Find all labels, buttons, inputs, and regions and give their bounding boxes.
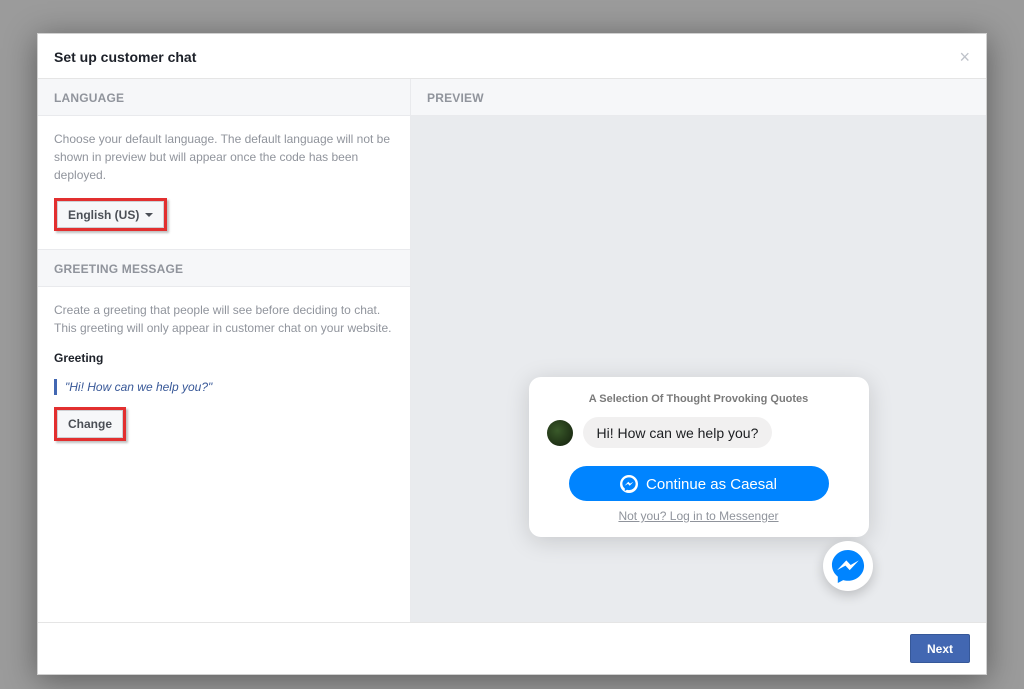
greeting-label: Greeting bbox=[54, 351, 394, 365]
greeting-description: Create a greeting that people will see b… bbox=[54, 301, 394, 337]
preview-section-header: PREVIEW bbox=[411, 79, 986, 116]
messenger-icon bbox=[620, 475, 638, 493]
highlight-change-button: Change bbox=[54, 407, 126, 441]
preview-panel: PREVIEW A Selection Of Thought Provoking… bbox=[411, 79, 986, 622]
settings-panel: LANGUAGE Choose your default language. T… bbox=[38, 79, 411, 622]
language-description: Choose your default language. The defaul… bbox=[54, 130, 394, 184]
language-section-body: Choose your default language. The defaul… bbox=[38, 116, 410, 250]
modal-title: Set up customer chat bbox=[54, 49, 196, 65]
not-you-link[interactable]: Not you? Log in to Messenger bbox=[547, 509, 851, 523]
language-selected: English (US) bbox=[68, 208, 139, 222]
continue-as-button[interactable]: Continue as Caesal bbox=[569, 466, 829, 501]
language-dropdown[interactable]: English (US) bbox=[57, 201, 164, 228]
customer-chat-setup-modal: Set up customer chat × LANGUAGE Choose y… bbox=[37, 33, 987, 675]
messenger-fab[interactable] bbox=[823, 541, 873, 591]
next-button[interactable]: Next bbox=[910, 634, 970, 663]
greeting-section-body: Create a greeting that people will see b… bbox=[38, 287, 410, 459]
greeting-text-value: "Hi! How can we help you?" bbox=[54, 379, 394, 395]
modal-body: LANGUAGE Choose your default language. T… bbox=[38, 79, 986, 622]
language-section-header: LANGUAGE bbox=[38, 79, 410, 116]
chat-card: A Selection Of Thought Provoking Quotes … bbox=[529, 377, 869, 537]
close-icon[interactable]: × bbox=[959, 48, 970, 66]
modal-footer: Next bbox=[38, 622, 986, 674]
highlight-language-dropdown: English (US) bbox=[54, 198, 167, 231]
continue-label: Continue as Caesal bbox=[646, 476, 777, 493]
chat-widget: A Selection Of Thought Provoking Quotes … bbox=[529, 377, 869, 537]
chat-greeting-bubble: Hi! How can we help you? bbox=[583, 417, 773, 448]
chat-page-title: A Selection Of Thought Provoking Quotes bbox=[547, 393, 851, 405]
messenger-icon bbox=[831, 549, 865, 583]
avatar bbox=[547, 420, 573, 446]
change-button[interactable]: Change bbox=[57, 410, 123, 438]
greeting-section-header: GREETING MESSAGE bbox=[38, 250, 410, 287]
caret-down-icon bbox=[145, 213, 153, 217]
chat-row: Hi! How can we help you? bbox=[547, 417, 851, 448]
modal-header: Set up customer chat × bbox=[38, 34, 986, 79]
